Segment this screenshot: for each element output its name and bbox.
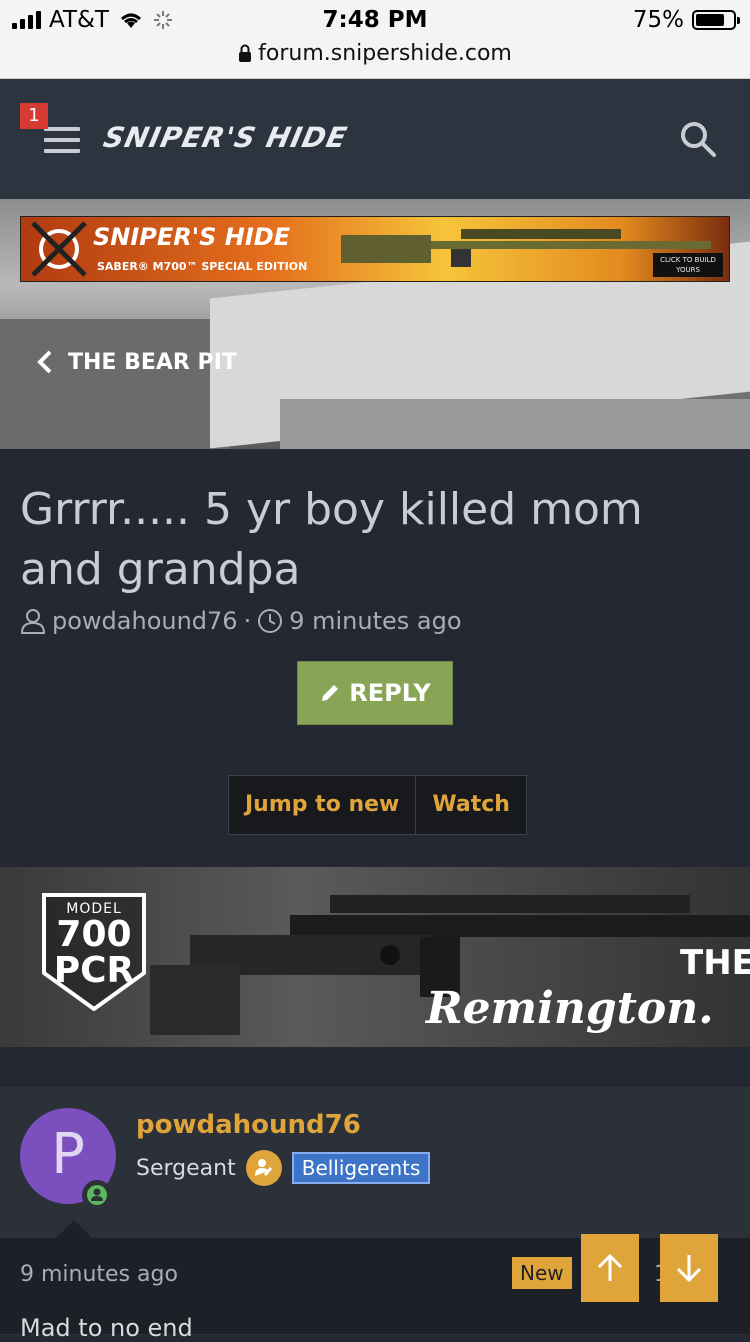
- crosshair-logo-icon: [31, 221, 87, 277]
- rank-icon: [245, 1150, 282, 1186]
- rank-label: Sergeant: [136, 1155, 236, 1181]
- jump-to-new-button[interactable]: Jump to new: [229, 776, 416, 834]
- address-bar[interactable]: forum.snipershide.com: [0, 40, 750, 79]
- clock-icon: [258, 609, 283, 633]
- banner-title: SNIPER'S HIDE: [93, 223, 291, 251]
- banner-cta[interactable]: CLICK TO BUILD YOURS: [653, 253, 723, 277]
- url-text: forum.snipershide.com: [258, 41, 512, 66]
- thread-time[interactable]: 9 minutes ago: [289, 607, 461, 635]
- new-badge: New: [512, 1257, 572, 1289]
- reply-label: REPLY: [349, 679, 431, 707]
- breadcrumb-label: THE BEAR PIT: [68, 349, 237, 375]
- arrow-up-icon: [597, 1253, 623, 1281]
- thread-actions: Jump to new Watch: [228, 775, 527, 835]
- watch-button[interactable]: Watch: [415, 776, 526, 834]
- hero-background: SNIPER'S HIDE SABER® M700™ SPECIAL EDITI…: [0, 199, 750, 449]
- ad-brand: Remington.: [426, 983, 714, 1034]
- battery-info: 75%: [632, 7, 740, 33]
- ad-tagline: THE: [680, 943, 750, 983]
- site-header: 1 SNIPER'S HIDE: [0, 79, 750, 199]
- menu-icon[interactable]: [44, 127, 80, 153]
- battery-icon: [692, 10, 740, 30]
- notification-badge[interactable]: 1: [20, 103, 48, 129]
- pencil-icon: [322, 685, 339, 701]
- model-number: 700: [56, 914, 132, 955]
- remington-ad[interactable]: MODEL 700 PCR THE Remington.: [0, 867, 750, 1047]
- promo-banner[interactable]: SNIPER'S HIDE SABER® M700™ SPECIAL EDITI…: [20, 216, 730, 282]
- post-username[interactable]: powdahound76: [136, 1110, 361, 1140]
- scroll-up-button[interactable]: [581, 1234, 639, 1302]
- chevron-left-icon: [37, 350, 52, 374]
- status-bar: AT&T 7:48 PM 75%: [0, 0, 750, 40]
- lock-icon: [239, 44, 252, 62]
- reply-button[interactable]: REPLY: [297, 661, 453, 725]
- thread-author[interactable]: powdahound76: [52, 607, 238, 635]
- user-icon: [20, 609, 46, 634]
- banner-subtitle: SABER® M700™ SPECIAL EDITION: [97, 260, 308, 273]
- search-icon[interactable]: [678, 119, 718, 159]
- post-body: Mad to no end: [20, 1314, 193, 1342]
- scroll-down-button[interactable]: [660, 1234, 718, 1302]
- battery-percent: 75%: [632, 7, 684, 33]
- user-rank: Sergeant Belligerents: [136, 1150, 431, 1186]
- model-badge: MODEL 700 PCR: [42, 901, 146, 989]
- meta-separator: ·: [243, 607, 252, 635]
- post-time[interactable]: 9 minutes ago: [20, 1262, 178, 1287]
- thread-meta: powdahound76 · 9 minutes ago: [20, 607, 462, 635]
- user-group-badge[interactable]: Belligerents: [291, 1152, 431, 1184]
- thread-title: Grrrr..... 5 yr boy killed mom and grand…: [20, 484, 643, 595]
- arrow-down-icon: [676, 1255, 702, 1283]
- online-status-icon: [82, 1180, 112, 1210]
- site-logo[interactable]: SNIPER'S HIDE: [100, 121, 350, 154]
- model-suffix: PCR: [53, 950, 135, 991]
- breadcrumb[interactable]: THE BEAR PIT: [36, 349, 237, 375]
- post-pointer: [56, 1220, 92, 1238]
